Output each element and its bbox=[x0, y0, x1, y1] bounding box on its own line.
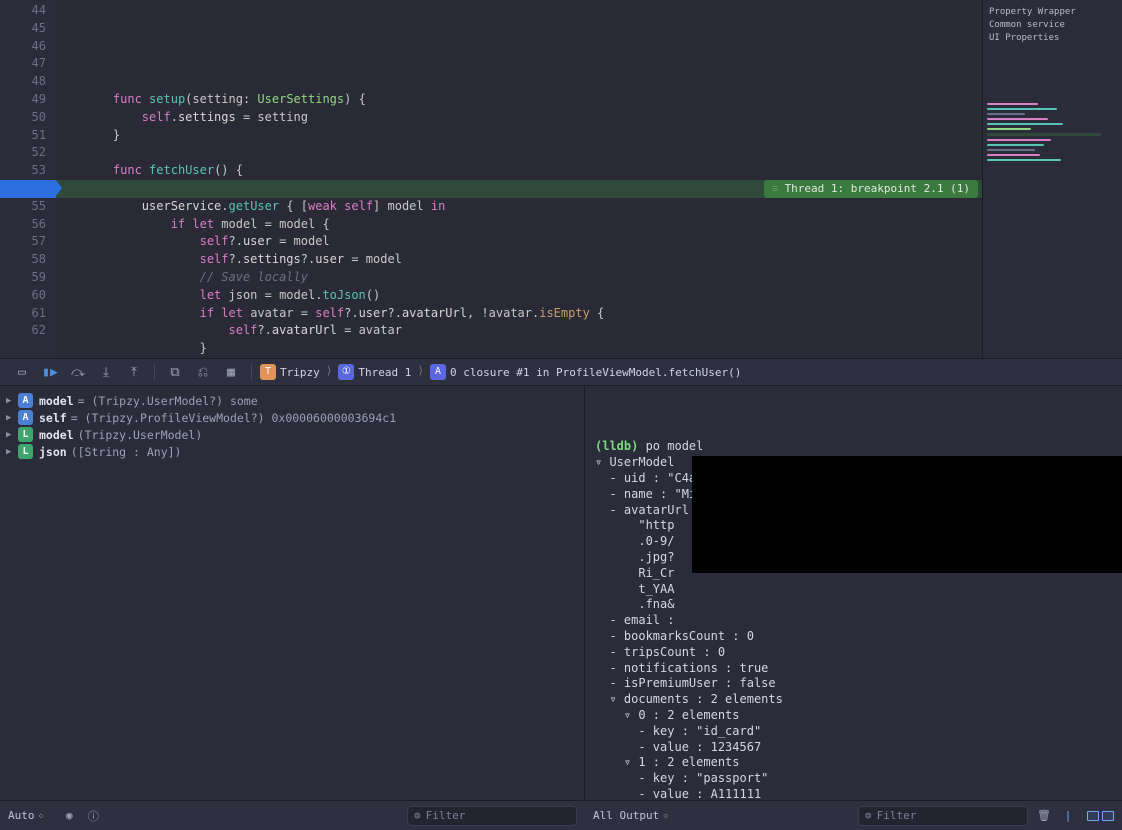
eye-icon[interactable]: ◉ bbox=[61, 808, 77, 824]
filter-icon: ⊜ bbox=[414, 809, 421, 822]
step-over-icon[interactable]: ⤼ bbox=[69, 363, 87, 381]
variable-row[interactable]: ▶Aself= (Tripzy.ProfileViewModel?) 0x000… bbox=[6, 409, 578, 426]
minimap-section[interactable]: Property Wrapper bbox=[989, 7, 1116, 17]
debug-area: ▶Amodel= (Tripzy.UserModel?) some▶Aself=… bbox=[0, 386, 1122, 800]
pipe-icon[interactable]: | bbox=[1060, 808, 1076, 824]
minimap-bars bbox=[987, 100, 1114, 164]
menu-icon: ≡ bbox=[772, 180, 779, 198]
minimap-section[interactable]: Common service bbox=[989, 20, 1116, 30]
auto-label: Auto bbox=[8, 809, 35, 822]
auto-selector[interactable]: Auto ◇ bbox=[8, 809, 43, 822]
variable-row[interactable]: ▶Ljson([String : Any]) bbox=[6, 443, 578, 460]
step-out-icon[interactable]: ⤒ bbox=[125, 363, 143, 381]
disable-breakpoints-icon[interactable]: ▭ bbox=[13, 363, 31, 381]
threads-icon[interactable]: ⎌ bbox=[194, 363, 212, 381]
breakpoint-marker[interactable] bbox=[0, 180, 56, 198]
console-filter[interactable]: ⊜ Filter bbox=[858, 806, 1028, 826]
breakpoint-banner[interactable]: ≡ Thread 1: breakpoint 2.1 (1) bbox=[764, 180, 978, 198]
code-editor[interactable]: 44454647484950515253545556575859606162 ≡… bbox=[0, 0, 1122, 358]
step-into-icon[interactable]: ⤓ bbox=[97, 363, 115, 381]
trash-icon[interactable]: 🗑 bbox=[1036, 808, 1052, 824]
debug-view-icon[interactable]: ⧉ bbox=[166, 363, 184, 381]
filter-placeholder: Filter bbox=[877, 809, 917, 822]
minimap[interactable]: Property Wrapper Common service UI Propert… bbox=[982, 0, 1122, 358]
debug-bottom-bar: Auto ◇ ◉ ⓘ ⊜ Filter All Output ◇ ⊜ Filte… bbox=[0, 800, 1122, 830]
info-icon[interactable]: ⓘ bbox=[85, 808, 101, 824]
redacted-block bbox=[692, 456, 1122, 573]
breakpoint-banner-text: Thread 1: breakpoint 2.1 (1) bbox=[785, 180, 970, 198]
pane-toggle[interactable] bbox=[1084, 811, 1114, 821]
variable-row[interactable]: ▶Lmodel(Tripzy.UserModel) bbox=[6, 426, 578, 443]
variables-filter[interactable]: ⊜ Filter bbox=[407, 806, 577, 826]
breadcrumb[interactable]: TTripzy⟩①Thread 1⟩A0 closure #1 in Profi… bbox=[258, 364, 743, 380]
all-output-label: All Output bbox=[593, 809, 659, 822]
minimap-section[interactable]: UI Properties bbox=[989, 33, 1116, 43]
debug-toolbar: ▭ ▮▶ ⤼ ⤓ ⤒ ⧉ ⎌ ▦ TTripzy⟩①Thread 1⟩A0 cl… bbox=[0, 358, 1122, 386]
code-area[interactable]: ≡ Thread 1: breakpoint 2.1 (1) func setu… bbox=[56, 0, 982, 358]
filter-placeholder: Filter bbox=[426, 809, 466, 822]
variables-pane[interactable]: ▶Amodel= (Tripzy.UserModel?) some▶Aself=… bbox=[0, 386, 585, 800]
filter-icon: ⊜ bbox=[865, 809, 872, 822]
variable-row[interactable]: ▶Amodel= (Tripzy.UserModel?) some bbox=[6, 392, 578, 409]
continue-icon[interactable]: ▮▶ bbox=[41, 363, 59, 381]
line-gutter: 44454647484950515253545556575859606162 bbox=[0, 0, 56, 358]
output-selector[interactable]: All Output ◇ bbox=[593, 809, 668, 822]
console-pane[interactable]: (lldb) po model ▿ UserModel - uid : "C4a… bbox=[585, 386, 1122, 800]
memory-icon[interactable]: ▦ bbox=[222, 363, 240, 381]
